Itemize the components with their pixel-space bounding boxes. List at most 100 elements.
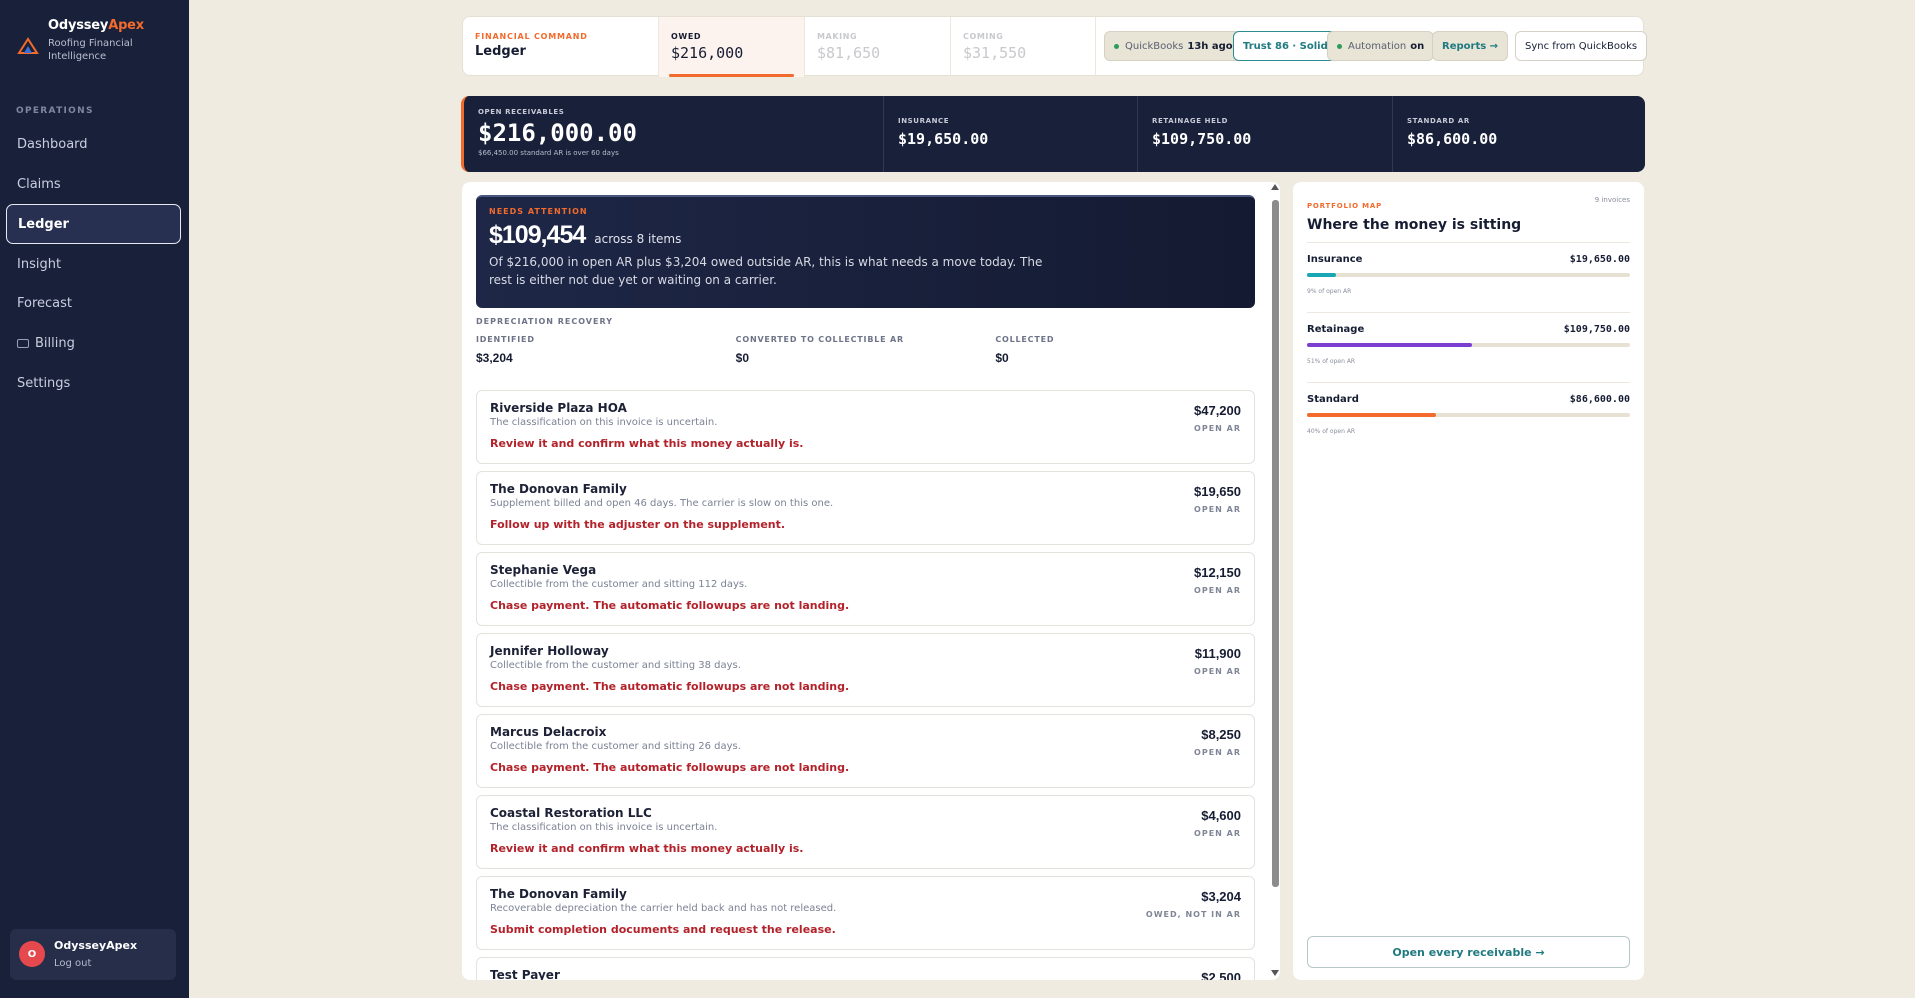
sync-quickbooks-button[interactable]: Sync from QuickBooks	[1515, 31, 1648, 61]
portfolio-bar-track	[1307, 273, 1630, 277]
page-kicker: FINANCIAL COMMAND	[475, 32, 588, 41]
portfolio-row-value: $109,750.00	[1563, 324, 1630, 335]
portfolio-row-share: 40% of open AR	[1307, 428, 1356, 435]
receivable-amount: $2,500	[1201, 970, 1241, 980]
attention-panel: NEEDS ATTENTION $109,454 across 8 items …	[462, 182, 1280, 980]
tab-owed[interactable]: OWED $216,000	[658, 17, 804, 77]
receivable-card[interactable]: The Donovan Family Recoverable depreciati…	[476, 876, 1255, 950]
standard-ar-value: $86,600.00	[1407, 130, 1498, 148]
sidebar-item-billing[interactable]: Billing	[6, 323, 181, 363]
depreciation-collected: COLLECTED $0	[995, 335, 1055, 365]
scroll-up-icon[interactable]	[1271, 184, 1279, 190]
portfolio-map: PORTFOLIO MAP 9 invoices Where the money…	[1293, 182, 1644, 980]
receivable-amount: $11,900	[1194, 646, 1241, 661]
scrollbar[interactable]	[1270, 182, 1280, 980]
sidebar-item-forecast[interactable]: Forecast	[6, 283, 181, 323]
open-receivables-value: $216,000.00	[478, 119, 637, 147]
receivable-description: The classification on this invoice is un…	[490, 417, 718, 428]
page-header: FINANCIAL COMMAND Ledger	[475, 32, 588, 59]
tab-making-label: MAKING	[817, 32, 858, 41]
receivable-amount: $19,650	[1194, 484, 1241, 499]
retainage-summary: RETAINAGE HELD $109,750.00	[1137, 96, 1392, 172]
ar-summary: OPEN RECEIVABLES $216,000.00 $66,450.00 …	[461, 96, 1645, 172]
tab-coming-value: $31,550	[963, 44, 1027, 62]
receivable-name: Test Payer	[490, 968, 560, 980]
tab-coming[interactable]: COMING $31,550	[950, 17, 1096, 77]
portfolio-title: Where the money is sitting	[1307, 217, 1522, 233]
receivable-name: Coastal Restoration LLC	[490, 806, 652, 820]
portfolio-row-standard: Standard $86,600.00 40% of open AR	[1307, 382, 1630, 452]
standard-ar-summary: STANDARD AR $86,600.00	[1392, 96, 1645, 172]
sidebar-item-claims[interactable]: Claims	[6, 164, 181, 204]
receivable-action: Submit completion documents and request …	[490, 923, 836, 936]
retainage-value: $109,750.00	[1152, 130, 1252, 148]
sidebar-item-ledger[interactable]: Ledger	[6, 204, 181, 244]
reports-button[interactable]: Reports →	[1432, 31, 1509, 61]
tab-coming-label: COMING	[963, 32, 1004, 41]
receivable-card[interactable]: Marcus Delacroix Collectible from the cus…	[476, 714, 1255, 788]
logout-link[interactable]: Log out	[54, 958, 91, 969]
receivable-status: OPEN AR	[1194, 829, 1241, 838]
receivable-status: OPEN AR	[1194, 748, 1241, 757]
receivable-action: Chase payment. The automatic followups a…	[490, 680, 850, 693]
tab-owed-label: OWED	[671, 32, 702, 41]
depreciation-identified: IDENTIFIED $3,204	[476, 335, 535, 365]
sidebar-item-settings[interactable]: Settings	[6, 363, 181, 403]
receivable-action: Chase payment. The automatic followups a…	[490, 599, 850, 612]
portfolio-row-name: Insurance	[1307, 254, 1363, 265]
portfolio-row-insurance: Insurance $19,650.00 9% of open AR	[1307, 242, 1630, 312]
needs-attention-description: Of $216,000 in open AR plus $3,204 owed …	[489, 255, 1043, 287]
receivable-name: Riverside Plaza HOA	[490, 401, 627, 415]
receivable-card[interactable]: Coastal Restoration LLC The classificatio…	[476, 795, 1255, 869]
card-icon	[17, 338, 29, 348]
needs-attention-count: across 8 items	[594, 232, 682, 246]
receivable-action: Follow up with the adjuster on the suppl…	[490, 518, 786, 531]
portfolio-row-share: 9% of open AR	[1307, 288, 1352, 295]
receivable-action: Chase payment. The automatic followups a…	[490, 761, 850, 774]
receivable-amount: $47,200	[1194, 403, 1241, 418]
receivable-amount: $3,204	[1201, 889, 1241, 904]
quickbooks-status: QuickBooks 13h ago	[1104, 31, 1243, 61]
depreciation-title: DEPRECIATION RECOVERY	[476, 317, 613, 326]
receivable-status: OPEN AR	[1194, 586, 1241, 595]
sidebar-item-dashboard[interactable]: Dashboard	[6, 124, 181, 164]
portfolio-row-name: Standard	[1307, 394, 1359, 405]
portfolio-bar-track	[1307, 343, 1630, 347]
receivable-card[interactable]: Riverside Plaza HOA The classification on…	[476, 390, 1255, 464]
tab-making[interactable]: MAKING $81,650	[804, 17, 950, 77]
receivable-name: The Donovan Family	[490, 482, 627, 496]
sidebar: OdysseyApex Roofing Financial Intelligen…	[0, 0, 189, 998]
avatar: O	[19, 941, 45, 967]
scroll-down-icon[interactable]	[1271, 970, 1279, 976]
scrollbar-thumb[interactable]	[1272, 200, 1279, 887]
needs-attention-banner: NEEDS ATTENTION $109,454 across 8 items …	[476, 195, 1255, 308]
receivable-status: OPEN AR	[1194, 505, 1241, 514]
receivable-card[interactable]: Stephanie Vega Collectible from the custo…	[476, 552, 1255, 626]
portfolio-row-name: Retainage	[1307, 324, 1365, 335]
receivable-amount: $4,600	[1201, 808, 1241, 823]
automation-status[interactable]: Automation on	[1327, 31, 1435, 61]
standard-ar-label: STANDARD AR	[1407, 117, 1470, 125]
receivable-name: Stephanie Vega	[490, 563, 597, 577]
receivable-description: Collectible from the customer and sittin…	[490, 660, 741, 671]
receivable-status: OPEN AR	[1194, 667, 1241, 676]
receivable-status: OPEN AR	[1194, 424, 1241, 433]
depreciation-converted: CONVERTED TO COLLECTIBLE AR $0	[735, 335, 904, 365]
needs-attention-amount: $109,454	[489, 221, 586, 249]
receivable-action: Review it and confirm what this money ac…	[490, 437, 804, 450]
portfolio-row-value: $19,650.00	[1569, 254, 1630, 265]
sidebar-item-insight[interactable]: Insight	[6, 244, 181, 284]
open-every-receivable-button[interactable]: Open every receivable →	[1307, 936, 1630, 968]
invoice-count: 9 invoices	[1594, 196, 1630, 204]
needs-attention-kicker: NEEDS ATTENTION	[489, 207, 588, 216]
insurance-label: INSURANCE	[898, 117, 950, 125]
receivable-description: Collectible from the customer and sittin…	[490, 741, 741, 752]
open-receivables-label: OPEN RECEIVABLES	[478, 108, 565, 116]
brand-name: OdysseyApex	[48, 18, 144, 33]
portfolio-row-value: $86,600.00	[1569, 394, 1630, 405]
receivable-card[interactable]: Jennifer Holloway Collectible from the cu…	[476, 633, 1255, 707]
receivable-card[interactable]: The Donovan Family Supplement billed and …	[476, 471, 1255, 545]
page-title: Ledger	[475, 44, 526, 59]
trust-score-button[interactable]: Trust 86 · Solid	[1233, 31, 1338, 61]
receivable-card[interactable]: Test Payer $2,500	[476, 957, 1255, 980]
